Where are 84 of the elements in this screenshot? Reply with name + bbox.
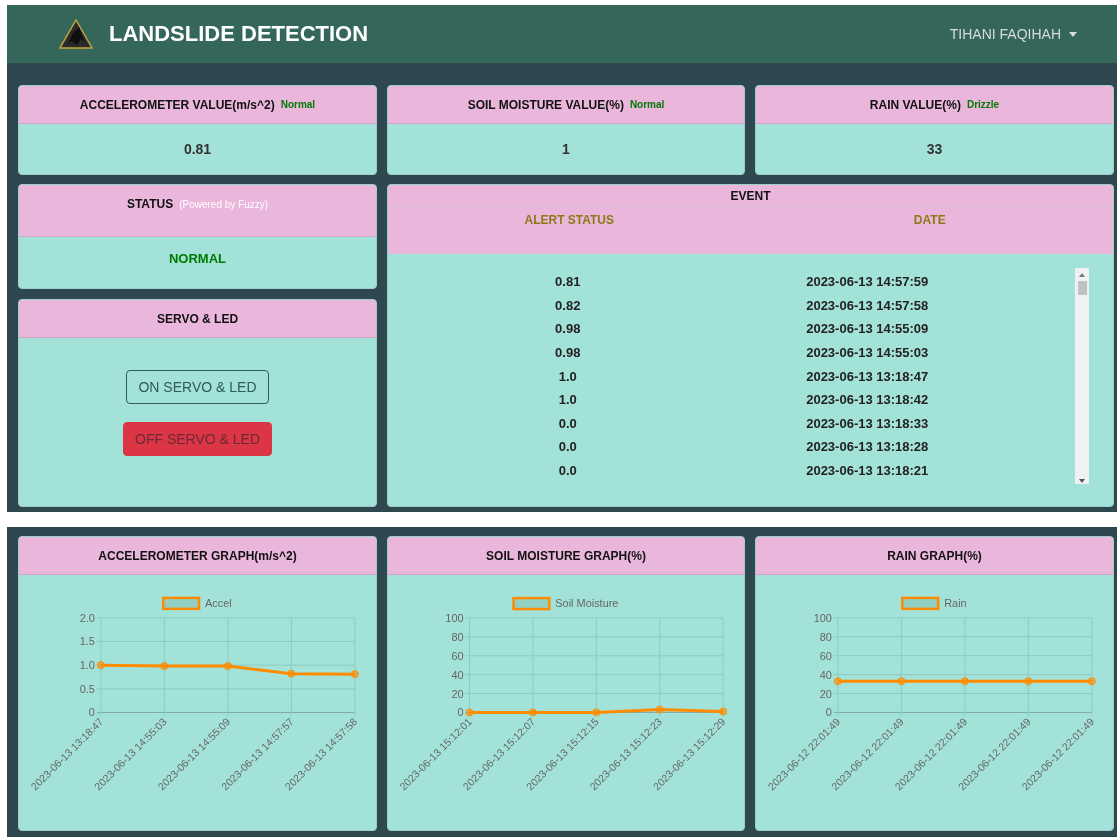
table-cell: 0.0 [558, 439, 577, 455]
axis-label: 20 [819, 687, 832, 700]
axis-label: 100 [813, 611, 832, 624]
scrollbar[interactable] [1075, 268, 1089, 484]
data-point [287, 669, 296, 678]
card-title: RAIN GRAPH(%) [887, 548, 982, 563]
column-header: ALERT STATUS [523, 213, 616, 227]
axis-label: 60 [451, 649, 464, 662]
axis-label: 1.5 [79, 635, 95, 648]
scroll-down-icon [1078, 478, 1086, 484]
card-title: RAIN VALUE(%) [869, 97, 961, 112]
data-point [1024, 677, 1033, 686]
axis-label: 0 [457, 706, 464, 719]
axis-label: 0.5 [79, 682, 95, 695]
table-cell: 2023-06-13 14:55:03 [806, 345, 929, 361]
axis-label: 0 [825, 706, 832, 719]
sensor-value: 0.81 [183, 141, 212, 157]
table-cell: 0.0 [558, 415, 577, 431]
card-title: SOIL MOISTURE GRAPH(%) [486, 548, 646, 563]
data-point [592, 708, 601, 717]
axis-label: 80 [451, 630, 464, 643]
legend-swatch [512, 596, 551, 611]
table-cell: 0.98 [555, 321, 581, 337]
legend-label: Rain [944, 596, 967, 609]
axis-label: 0 [88, 706, 95, 719]
card-title: STATUS [126, 197, 174, 211]
legend-label: Accel [205, 596, 232, 609]
axis-label: 20 [451, 687, 464, 700]
card-title: SOIL MOISTURE VALUE(%) [467, 97, 624, 112]
table-cell: 2023-06-13 13:18:28 [806, 439, 929, 455]
card-subtitle: (Powered by Fuzzy) [179, 199, 269, 210]
data-point [655, 705, 664, 714]
data-point [160, 662, 169, 671]
status-label: Normal [280, 99, 316, 110]
table-cell: 1.0 [558, 392, 577, 408]
data-point [719, 707, 728, 716]
status-label: Drizzle [966, 99, 1000, 110]
mountain-logo-icon [59, 19, 93, 49]
axis-label: 1.0 [79, 659, 95, 672]
axis-label: 100 [445, 611, 464, 624]
user-menu[interactable]: TIHANI FAQIHAH [949, 26, 1077, 42]
column-header: DATE [912, 213, 947, 227]
data-point [465, 708, 474, 717]
data-point [833, 677, 842, 686]
data-point [1087, 677, 1096, 686]
caret-icon [1069, 31, 1077, 37]
table-cell: 0.98 [555, 345, 581, 361]
axis-label: 80 [819, 630, 832, 643]
app-title: LANDSLIDE DETECTION [109, 21, 369, 47]
sensor-value: 33 [926, 141, 943, 157]
data-point [96, 661, 105, 670]
table-cell: 0.82 [555, 297, 581, 313]
scrollbar-thumb[interactable] [1077, 281, 1087, 295]
table-cell: 2023-06-13 13:18:33 [806, 415, 929, 431]
data-point [897, 677, 906, 686]
table-cell: 2023-06-13 14:57:58 [806, 297, 929, 313]
scroll-up-icon [1078, 272, 1086, 278]
table-cell: 2023-06-13 13:18:21 [806, 463, 929, 479]
status-value: NORMAL [168, 251, 226, 268]
legend-swatch [161, 596, 201, 611]
table-cell: 1.0 [558, 368, 577, 384]
axis-label: 40 [451, 668, 464, 681]
table-cell: 2023-06-13 13:18:42 [806, 392, 929, 408]
table-cell: 2023-06-13 14:57:59 [806, 274, 929, 290]
axis-label: 2.0 [79, 611, 95, 624]
status-label: Normal [629, 99, 665, 110]
data-point [528, 708, 537, 717]
card-title: EVENT [388, 185, 1113, 207]
data-point [960, 677, 969, 686]
legend-swatch [901, 596, 940, 611]
card-title: SERVO & LED [156, 311, 239, 326]
sensor-value: 1 [562, 141, 570, 157]
card-title: ACCELEROMETER VALUE(m/s^2) [79, 97, 275, 112]
on-button[interactable]: ON SERVO & LED [126, 370, 269, 404]
table-cell: 2023-06-13 13:18:47 [806, 368, 929, 384]
card-title: ACCELEROMETER GRAPH(m/s^2) [98, 548, 297, 563]
data-point [350, 670, 359, 679]
axis-label: 60 [819, 649, 832, 662]
table-cell: 0.0 [558, 463, 577, 479]
legend-label: Soil Moisture [555, 597, 619, 610]
table-cell: 0.81 [555, 274, 581, 290]
data-point [223, 662, 232, 671]
table-cell: 2023-06-13 14:55:09 [806, 321, 929, 337]
axis-label: 40 [819, 668, 832, 681]
